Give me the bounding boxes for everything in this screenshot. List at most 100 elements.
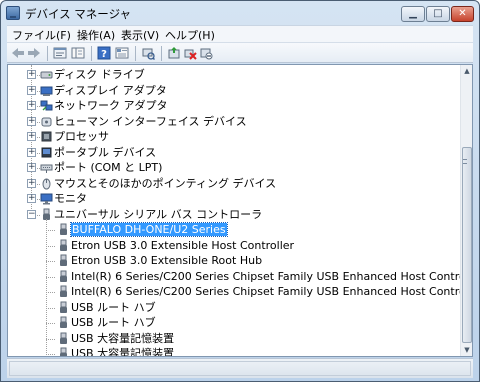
device-tree-pane: + ディスク ドライブ + ディスプレイ アダプタ + ネットワーク アダプタ + ヒューマン… [7,64,473,357]
expander-toggle[interactable]: − [27,209,36,219]
tree-device-label: USB 大容量記憶装置 [71,347,175,356]
forward-arrow-icon[interactable] [27,46,41,60]
usb-device-icon [57,239,70,252]
tree-category-label: ディスク ドライブ [54,68,145,81]
expander-toggle[interactable]: + [27,194,36,203]
tree-device-row[interactable]: Etron USB 3.0 Extensible Host Controller [8,238,460,253]
back-arrow-icon[interactable] [11,46,25,60]
tree-device-row[interactable]: USB ルート ハブ [8,315,460,330]
menu-view[interactable]: 表示(V) [121,27,159,43]
tree-connector-line [46,261,55,262]
tree-connector-line [46,245,55,247]
expander-toggle[interactable]: + [27,116,36,126]
window-title: デバイス マネージャ [25,7,132,21]
tree-category-row[interactable]: + プロセッサ [8,129,460,144]
tree-connector-line [46,307,55,309]
tree-device-label: USB ルート ハブ [71,300,156,314]
console-tree-icon[interactable] [71,46,85,60]
tree-connector-line [46,354,55,355]
tree-device-row[interactable]: USB 大容量記憶装置 [8,346,460,356]
status-bar [7,358,473,378]
usb-device-icon [57,223,70,236]
properties-icon[interactable] [53,46,67,60]
disable-icon[interactable] [199,46,213,60]
view-icon[interactable] [115,46,129,60]
tree-category-row[interactable]: + ポータブル デバイス [8,145,460,160]
usb-device-icon [57,285,70,298]
tree-category-row[interactable]: + ポート (COM と LPT) [8,160,460,175]
tree-category-label: ヒューマン インターフェイス デバイス [54,114,247,128]
tree-category-row[interactable]: + ディスク ドライブ [8,67,460,82]
tree-category-row[interactable]: + モニタ [8,191,460,206]
device-tree[interactable]: + ディスク ドライブ + ディスプレイ アダプタ + ネットワーク アダプタ + ヒューマン… [8,65,460,356]
network-adapter-icon [40,99,53,112]
scrollbar-grip [463,159,467,164]
tree-device-row[interactable]: Etron USB 3.0 Extensible Root Hub [8,253,460,268]
tree-category-label: ディスプレイ アダプタ [54,83,167,97]
menu-bar: ファイル(F) 操作(A) 表示(V) ヘルプ(H) [7,25,473,42]
usb-device-icon [57,254,70,267]
toolbar-separator [47,46,48,61]
usb-device-icon [57,270,70,283]
tree-category-row[interactable]: + ネットワーク アダプタ [8,98,460,113]
close-button[interactable]: ✕ [451,6,474,22]
maximize-button[interactable]: □ [426,6,450,22]
mouse-icon [40,177,53,190]
tree-category-row[interactable]: − ユニバーサル シリアル バス コントローラ [8,207,460,222]
expander-toggle[interactable]: + [27,147,36,157]
usb-device-icon [57,332,70,345]
expander-toggle[interactable]: + [27,132,36,141]
tree-device-row[interactable]: BUFFALO DH-ONE/U2 Series [8,222,460,237]
tree-device-row[interactable]: Intel(R) 6 Series/C200 Series Chipset Fa… [8,269,460,284]
tree-category-label: ポート (COM と LPT) [54,161,163,174]
svg-text:?: ? [101,49,107,60]
menu-action[interactable]: 操作(A) [77,27,115,43]
expander-toggle[interactable]: + [27,101,36,110]
tree-device-label: USB ルート ハブ [71,316,156,329]
toolbar-separator [91,46,92,61]
expander-toggle[interactable]: + [27,163,36,172]
portable-device-icon [40,146,53,159]
scrollbar-thumb[interactable] [462,147,472,343]
tree-category-row[interactable]: + ヒューマン インターフェイス デバイス [8,114,460,129]
minimize-button[interactable]: ▁ [401,6,425,22]
port-icon [40,161,53,174]
scroll-up-arrow-icon[interactable]: ▲ [462,65,472,77]
tree-category-row[interactable]: + マウスとそのほかのポインティング デバイス [8,176,460,191]
expander-toggle[interactable]: + [27,178,36,188]
scan-hardware-icon[interactable] [141,46,156,61]
tree-connector-line [46,276,55,278]
tree-device-row[interactable]: USB 大容量記憶装置 [8,331,460,346]
tree-category-label: マウスとそのほかのポインティング デバイス [54,176,277,190]
menu-file[interactable]: ファイル(F) [12,27,71,43]
tree-device-label: Intel(R) 6 Series/C200 Series Chipset Fa… [71,285,460,298]
menu-help[interactable]: ヘルプ(H) [165,27,215,43]
status-text [9,361,471,376]
tree-device-label: USB 大容量記憶装置 [71,331,175,345]
tree-category-label: ネットワーク アダプタ [54,99,168,112]
hid-icon [40,115,53,128]
tree-connector-line [46,292,55,293]
title-bar[interactable]: デバイス マネージャ ▁ □ ✕ [1,1,479,25]
tree-category-row[interactable]: + ディスプレイ アダプタ [8,83,460,98]
tree-device-row[interactable]: USB ルート ハブ [8,300,460,315]
uninstall-icon[interactable] [183,46,197,60]
selected-device-label: BUFFALO DH-ONE/U2 Series [70,222,228,237]
help-icon[interactable]: ? [97,46,111,60]
usb-device-icon [57,347,70,356]
monitor-icon [40,192,53,205]
tree-category-label: プロセッサ [54,130,109,143]
disk-drive-icon [40,68,53,81]
scroll-down-arrow-icon[interactable]: ▼ [462,344,472,356]
update-driver-icon[interactable] [167,46,181,60]
tree-device-row[interactable]: Intel(R) 6 Series/C200 Series Chipset Fa… [8,284,460,299]
expander-toggle[interactable]: + [27,85,36,95]
expander-toggle[interactable]: + [27,70,36,79]
toolbar-separator [135,46,136,61]
tree-device-label: Intel(R) 6 Series/C200 Series Chipset Fa… [71,269,460,283]
tree-connector-line [46,323,55,324]
vertical-scrollbar[interactable]: ▲ ▼ [460,65,472,356]
display-adapter-icon [40,84,53,97]
tree-device-label: Etron USB 3.0 Extensible Root Hub [71,254,263,267]
tree-connector-line [46,230,55,231]
